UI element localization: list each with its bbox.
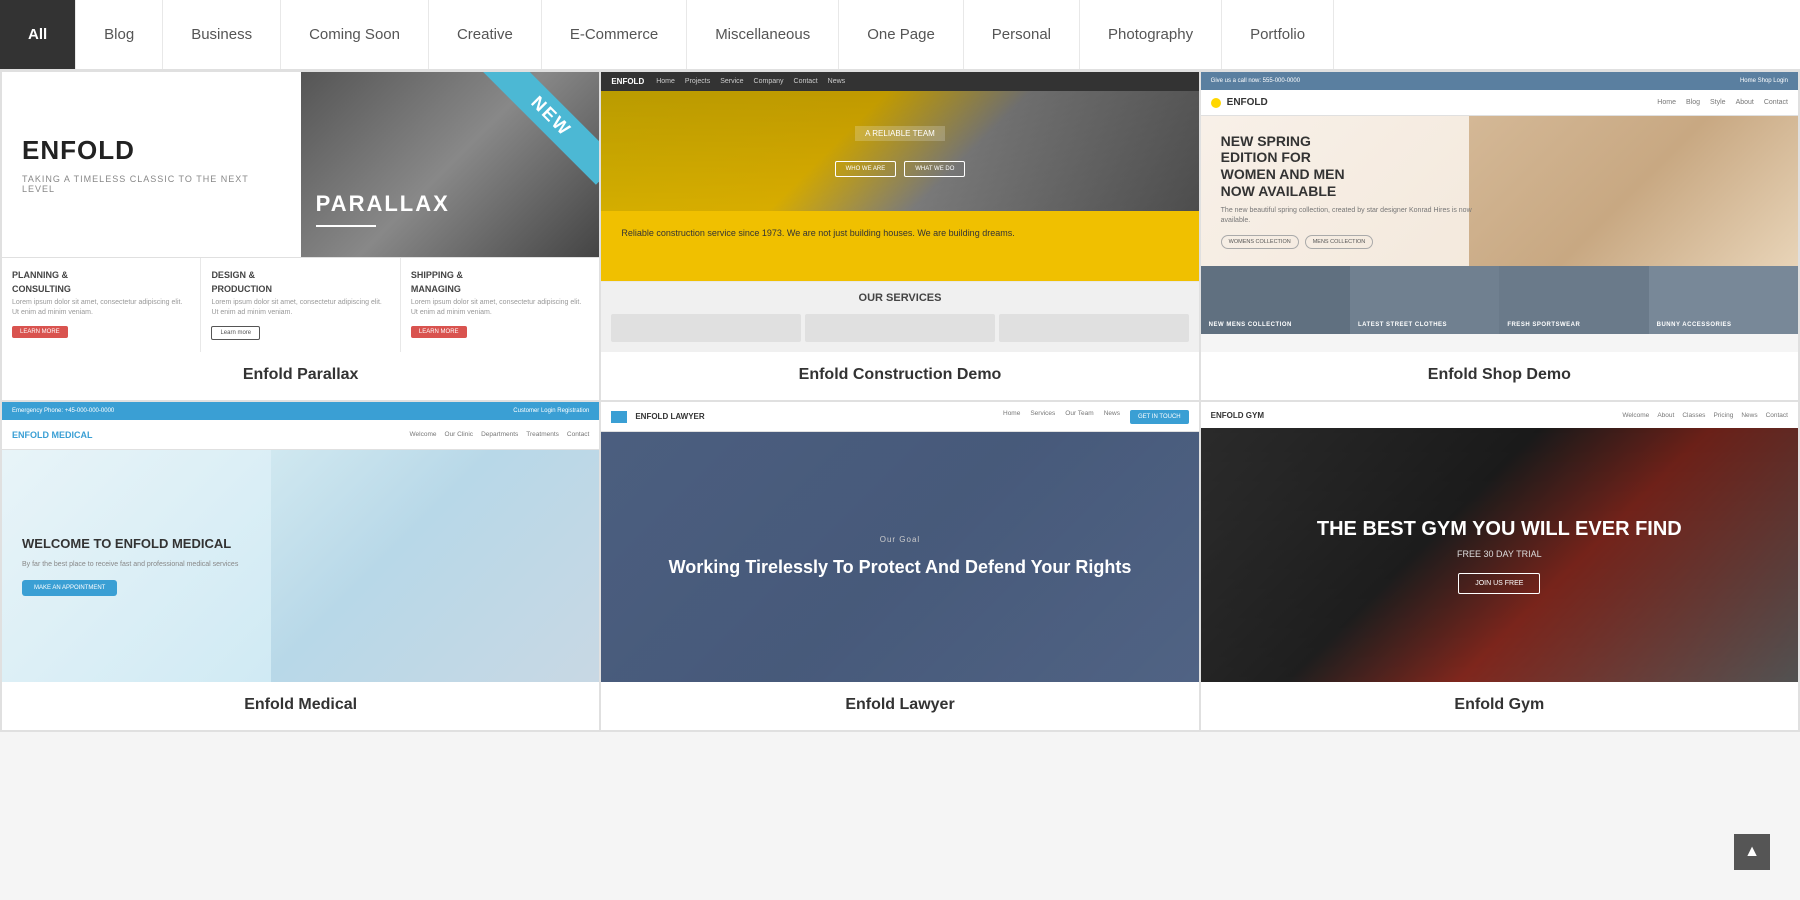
tab-one-page[interactable]: One Page: [839, 0, 964, 69]
parallax-box-3: SHIPPING & MANAGING Lorem ipsum dolor si…: [401, 258, 599, 352]
card-label-medical: Enfold Medical: [2, 682, 599, 730]
gym-hero: THE BEST GYM YOU WILL EVER FIND FREE 30 …: [1201, 428, 1798, 682]
construction-hero: A RELIABLE TEAM WHO WE ARE WHAT WE DO: [601, 91, 1198, 211]
shop-nav: ENFOLD Home Blog Style About Contact: [1201, 90, 1798, 116]
parallax-box-2: DESIGN & PRODUCTION Lorem ipsum dolor si…: [201, 258, 400, 352]
card-thumb-lawyer: ENFOLD LAWYER Home Services Our Team New…: [601, 402, 1198, 682]
tab-creative[interactable]: Creative: [429, 0, 542, 69]
tab-coming-soon[interactable]: Coming Soon: [281, 0, 429, 69]
card-label-gym: Enfold Gym: [1201, 682, 1798, 730]
parallax-bg-text: PARALLAX: [316, 191, 450, 217]
demo-card-medical[interactable]: Emergency Phone: +45-000-000-0000 Custom…: [2, 402, 599, 730]
card-thumb-gym: ENFOLD GYM Welcome About Classes Pricing…: [1201, 402, 1798, 682]
scroll-to-top-button[interactable]: ▲: [1734, 834, 1770, 870]
card-thumb-shop: Give us a call now: 555-000-0000 Home Sh…: [1201, 72, 1798, 352]
demo-card-shop[interactable]: Give us a call now: 555-000-0000 Home Sh…: [1201, 72, 1798, 400]
medical-hero: WELCOME TO ENFOLD MEDICAL By far the bes…: [2, 450, 599, 682]
demo-card-parallax[interactable]: ENFOLD TAKING A TIMELESS CLASSIC TO THE …: [2, 72, 599, 400]
tab-ecommerce[interactable]: E-Commerce: [542, 0, 687, 69]
construction-nav: ENFOLD Home Projects Service Company Con…: [601, 72, 1198, 91]
lawyer-nav: ENFOLD LAWYER Home Services Our Team New…: [601, 402, 1198, 432]
card-thumb-construction: ENFOLD Home Projects Service Company Con…: [601, 72, 1198, 352]
tab-personal[interactable]: Personal: [964, 0, 1080, 69]
medical-hero-image: [271, 450, 600, 682]
lawyer-hero: Our Goal Working Tirelessly To Protect A…: [601, 432, 1198, 682]
parallax-tagline: TAKING A TIMELESS CLASSIC TO THE NEXT LE…: [22, 174, 281, 194]
parallax-logo: ENFOLD: [22, 135, 281, 166]
tab-all[interactable]: All: [0, 0, 76, 69]
demo-card-lawyer[interactable]: ENFOLD LAWYER Home Services Our Team New…: [601, 402, 1198, 730]
tab-portfolio[interactable]: Portfolio: [1222, 0, 1334, 69]
construction-services: [601, 314, 1198, 352]
tab-photography[interactable]: Photography: [1080, 0, 1222, 69]
gym-nav: ENFOLD GYM Welcome About Classes Pricing…: [1201, 402, 1798, 428]
construction-yellow: Reliable construction service since 1973…: [601, 211, 1198, 281]
demo-card-construction[interactable]: ENFOLD Home Projects Service Company Con…: [601, 72, 1198, 400]
tab-miscellaneous[interactable]: Miscellaneous: [687, 0, 839, 69]
card-label-shop: Enfold Shop Demo: [1201, 352, 1798, 400]
parallax-line: [316, 225, 376, 227]
shop-hero: NEW SPRING EDITION FOR WOMEN AND MEN NOW…: [1201, 116, 1798, 266]
construction-services-title: OUR SERVICES: [601, 281, 1198, 314]
medical-topbar: Emergency Phone: +45-000-000-0000 Custom…: [2, 402, 599, 420]
parallax-box-1: PLANNING & CONSULTING Lorem ipsum dolor …: [2, 258, 201, 352]
medical-nav: ENFOLD MEDICAL Welcome Our Clinic Depart…: [2, 420, 599, 450]
tab-business[interactable]: Business: [163, 0, 281, 69]
demo-card-gym[interactable]: ENFOLD GYM Welcome About Classes Pricing…: [1201, 402, 1798, 730]
card-thumb-parallax: ENFOLD TAKING A TIMELESS CLASSIC TO THE …: [2, 72, 599, 352]
shop-topbar: Give us a call now: 555-000-0000 Home Sh…: [1201, 72, 1798, 90]
card-label-construction: Enfold Construction Demo: [601, 352, 1198, 400]
demo-grid: ENFOLD TAKING A TIMELESS CLASSIC TO THE …: [0, 70, 1800, 732]
card-label-parallax: Enfold Parallax: [2, 352, 599, 400]
card-thumb-medical: Emergency Phone: +45-000-000-0000 Custom…: [2, 402, 599, 682]
tab-blog[interactable]: Blog: [76, 0, 163, 69]
card-label-lawyer: Enfold Lawyer: [601, 682, 1198, 730]
shop-hero-image: [1469, 116, 1798, 266]
filter-tabs: All Blog Business Coming Soon Creative E…: [0, 0, 1800, 70]
shop-categories: NEW MENS COLLECTION LATEST STREET CLOTHE…: [1201, 266, 1798, 334]
